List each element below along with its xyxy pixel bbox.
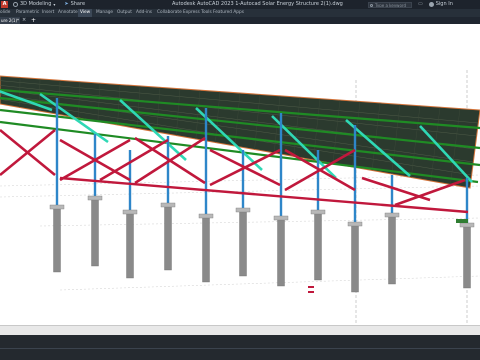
workspace-dropdown[interactable]: 3D Modeling ▾ xyxy=(13,0,55,9)
close-icon[interactable]: × xyxy=(22,17,26,24)
user-icon xyxy=(428,2,434,7)
guide-line xyxy=(59,275,480,291)
title-bar: A 3D Modeling ▾ ➤ Share Autodesk AutoCAD… xyxy=(0,0,480,9)
pile-cap xyxy=(273,215,289,221)
tab-express-tools[interactable]: Express Tools xyxy=(183,9,212,17)
guide-line xyxy=(0,185,480,198)
share-icon: ➤ xyxy=(64,1,69,7)
pile-cap xyxy=(459,222,475,228)
tab-output[interactable]: Output xyxy=(117,9,132,17)
document-tab-bar: ure 2(1)* × + xyxy=(0,17,480,24)
concrete-pile xyxy=(277,217,285,287)
pile-cap xyxy=(122,209,138,215)
pile-cap xyxy=(235,207,251,213)
document-tab[interactable]: ure 2(1)* xyxy=(0,17,20,24)
tab-insert[interactable]: Insert xyxy=(42,9,54,17)
concrete-pile xyxy=(351,223,359,293)
tab-view[interactable]: View xyxy=(78,9,93,17)
concrete-pile xyxy=(91,197,99,267)
new-tab-button[interactable]: + xyxy=(31,17,36,24)
tab-solid[interactable]: olide xyxy=(0,9,10,17)
cross-brace xyxy=(99,138,169,182)
pile-cap xyxy=(198,213,214,219)
ribbon-tabs: olide Parametric Insert Annotate View Ma… xyxy=(0,9,480,17)
green-marker xyxy=(456,219,468,223)
sign-in-button[interactable]: Sign In xyxy=(428,0,453,9)
concrete-pile xyxy=(388,214,396,285)
drawing-canvas[interactable] xyxy=(0,24,480,335)
workspace-label: 3D Modeling xyxy=(20,1,52,7)
search-input[interactable]: Type a keyword or phrase xyxy=(368,1,412,8)
command-line[interactable] xyxy=(0,325,480,335)
share-button[interactable]: ➤ Share xyxy=(64,0,85,9)
tab-manage[interactable]: Manage xyxy=(96,9,113,17)
tab-parametric[interactable]: Parametric xyxy=(16,9,39,17)
tie-beam xyxy=(59,176,469,214)
tab-collaborate[interactable]: Collaborate xyxy=(157,9,182,17)
pile-cap xyxy=(310,209,326,215)
autocad-logo-icon[interactable]: A xyxy=(1,1,8,8)
red-marker xyxy=(308,286,314,288)
window-title: Autodesk AutoCAD 2023 1-Autocad Solar En… xyxy=(172,1,343,7)
sign-in-label: Sign In xyxy=(435,1,453,7)
tab-add-ins[interactable]: Add-ins xyxy=(136,9,152,17)
pile-cap xyxy=(49,204,65,210)
concrete-pile xyxy=(202,215,210,283)
layout-tabs-strip xyxy=(0,348,480,349)
concrete-pile xyxy=(164,204,172,271)
concrete-pile xyxy=(53,206,61,273)
concrete-pile xyxy=(463,224,471,289)
concrete-pile xyxy=(239,209,247,277)
pile-cap xyxy=(160,202,176,208)
solar-structure-model xyxy=(0,70,480,330)
cart-icon[interactable]: ▭ xyxy=(418,0,423,9)
red-marker xyxy=(308,291,314,293)
tab-featured-apps[interactable]: Featured Apps xyxy=(213,9,244,17)
guide-line xyxy=(39,217,480,227)
concrete-pile xyxy=(126,211,134,279)
gear-icon xyxy=(13,2,18,7)
chevron-down-icon: ▾ xyxy=(53,2,56,7)
tab-annotate[interactable]: Annotate xyxy=(58,9,78,17)
pile-cap xyxy=(347,221,363,227)
concrete-pile xyxy=(314,211,322,281)
share-label: Share xyxy=(70,1,86,7)
pile-cap xyxy=(384,212,400,218)
pile-cap xyxy=(87,195,103,201)
